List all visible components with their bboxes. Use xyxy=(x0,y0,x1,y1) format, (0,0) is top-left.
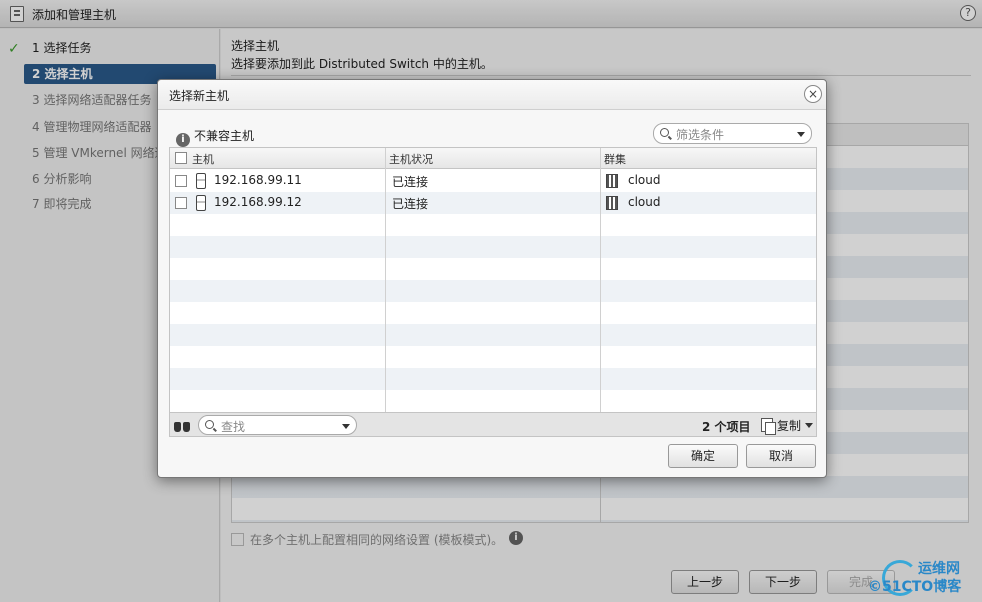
ok-button[interactable]: 确定 xyxy=(668,444,738,468)
dialog-titlebar: 选择新主机 × xyxy=(158,80,826,110)
watermark-top: 运维网 xyxy=(918,561,960,577)
host-cluster: cloud xyxy=(628,173,661,187)
row-checkbox[interactable] xyxy=(175,175,187,187)
binoculars-icon[interactable] xyxy=(174,418,190,432)
search-placeholder: 查找 xyxy=(221,420,246,434)
search-icon xyxy=(205,420,214,429)
watermark-logo: 运维网 ©51CTO博客 xyxy=(868,558,976,598)
host-status: 已连接 xyxy=(392,175,429,189)
filter-placeholder: 筛选条件 xyxy=(676,128,725,142)
incompatible-hosts-label: 不兼容主机 xyxy=(194,129,255,143)
dialog-title: 选择新主机 xyxy=(169,89,230,103)
host-name: 192.168.99.12 xyxy=(214,195,302,209)
copy-icon[interactable] xyxy=(761,418,776,435)
select-new-hosts-dialog: 选择新主机 × i 不兼容主机 筛选条件 主机 主机状况 群集 192.168.9… xyxy=(157,79,827,478)
search-input[interactable]: 查找 xyxy=(198,415,357,435)
hosts-grid: 主机 主机状况 群集 192.168.99.11 已连接 cloud 192.1… xyxy=(169,147,817,437)
host-name: 192.168.99.11 xyxy=(214,173,302,187)
column-header-cluster[interactable]: 群集 xyxy=(604,151,626,167)
grid-header: 主机 主机状况 群集 xyxy=(170,148,816,169)
host-status: 已连接 xyxy=(392,197,429,211)
search-icon xyxy=(660,128,669,137)
filter-input[interactable]: 筛选条件 xyxy=(653,123,812,144)
row-checkbox[interactable] xyxy=(175,197,187,209)
column-divider[interactable] xyxy=(600,148,601,412)
watermark-bottom: ©51CTO博客 xyxy=(868,579,962,595)
chevron-down-icon[interactable] xyxy=(342,424,350,429)
column-header-status[interactable]: 主机状况 xyxy=(389,151,433,167)
grid-body: 192.168.99.11 已连接 cloud 192.168.99.12 已连… xyxy=(170,170,816,412)
table-row[interactable]: 192.168.99.11 已连接 cloud xyxy=(170,170,816,192)
column-divider[interactable] xyxy=(385,148,386,412)
grid-footer: 查找 2 个项目 复制 xyxy=(170,412,816,436)
chevron-down-icon[interactable] xyxy=(805,423,813,428)
host-icon xyxy=(196,195,206,211)
table-row[interactable]: 192.168.99.12 已连接 cloud xyxy=(170,192,816,214)
copy-button[interactable]: 复制 xyxy=(777,417,801,434)
cluster-icon xyxy=(606,174,618,188)
incompatible-hosts-link[interactable]: i 不兼容主机 xyxy=(176,127,254,147)
cluster-icon xyxy=(606,196,618,210)
host-icon xyxy=(196,173,206,189)
close-icon[interactable]: × xyxy=(804,85,822,103)
item-count: 2 个项目 xyxy=(702,420,751,434)
column-header-host[interactable]: 主机 xyxy=(192,151,214,167)
select-all-checkbox[interactable] xyxy=(175,152,187,164)
chevron-down-icon[interactable] xyxy=(797,132,805,137)
cancel-button[interactable]: 取消 xyxy=(746,444,816,468)
host-cluster: cloud xyxy=(628,195,661,209)
info-icon: i xyxy=(176,133,190,147)
